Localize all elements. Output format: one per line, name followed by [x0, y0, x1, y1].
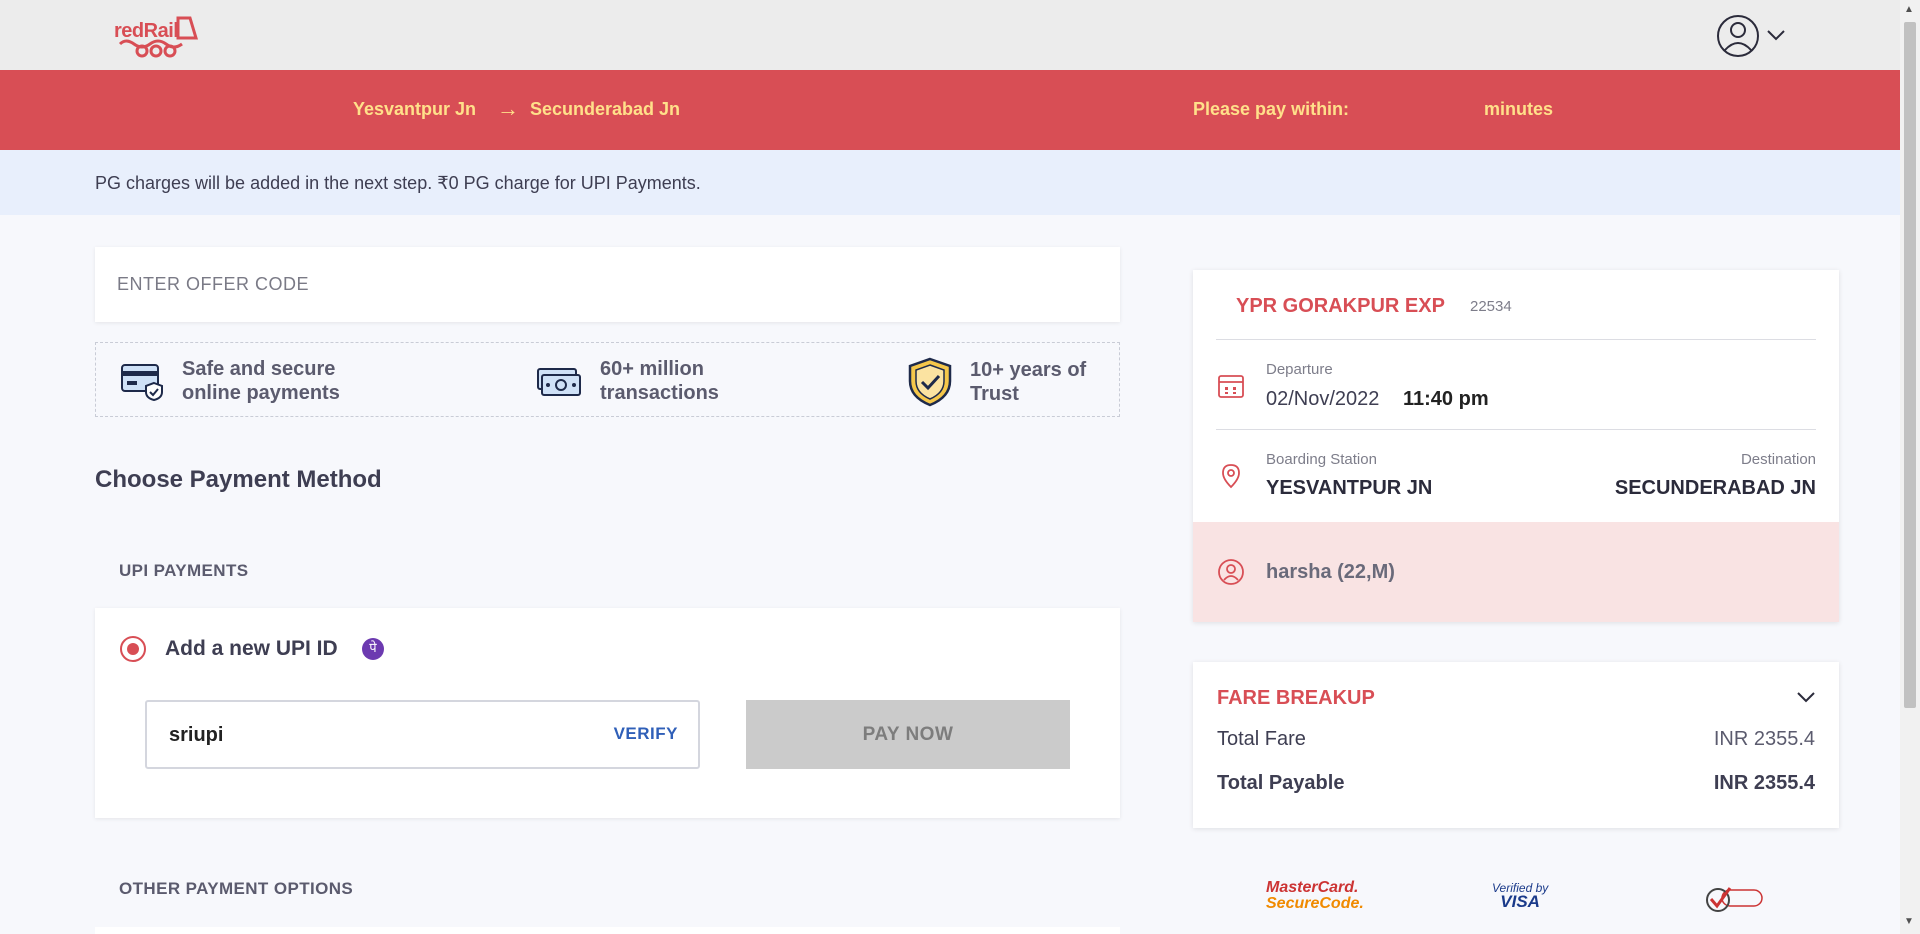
mastercard-line2: SecureCode. [1266, 895, 1364, 912]
trust-text-transactions: 60+ million transactions [600, 358, 719, 404]
location-pin-icon [1217, 462, 1245, 490]
train-number: 22534 [1470, 298, 1512, 315]
pg-info-text: PG charges will be added in the next ste… [95, 173, 701, 193]
destination-value: SECUNDERABAD JN [1614, 477, 1816, 499]
upi-id-field[interactable]: VERIFY [145, 700, 700, 769]
top-header [0, 0, 1900, 70]
arrow-right-icon: → [497, 96, 519, 121]
trust-item-years: 10+ years of Trust [908, 357, 1120, 407]
pay-within-label: Please pay within: [1193, 99, 1350, 119]
scroll-up-icon[interactable]: ▲ [1904, 4, 1914, 15]
profile-menu[interactable] [1716, 14, 1790, 58]
phonepe-icon: पे [362, 638, 384, 660]
upi-radio-button[interactable] [120, 636, 146, 662]
total-fare-label: Total Fare [1217, 728, 1306, 750]
visa-line2: VISA [1500, 892, 1540, 911]
total-payable-label: Total Payable [1217, 772, 1345, 794]
total-payable-value: INR 2355.4 [1713, 772, 1815, 794]
trust-item-secure: Safe and secure online payments [120, 357, 372, 405]
scrollbar-thumb[interactable] [1904, 22, 1916, 708]
logo-text: redRail [114, 20, 179, 42]
passenger-icon [1217, 558, 1245, 586]
payment-method-title: Choose Payment Method [95, 466, 382, 493]
verified-by-visa-logo: Verified by VISA [1492, 881, 1548, 911]
minutes-label: minutes [1484, 99, 1554, 119]
trust-text-secure: Safe and secure online payments [182, 358, 340, 404]
journey-from: Yesvantpur Jn [353, 99, 477, 119]
divider [1216, 339, 1816, 340]
upi-payments-label: UPI PAYMENTS [119, 561, 249, 580]
departure-time: 11:40 pm [1403, 388, 1489, 410]
journey-bar [0, 70, 1900, 150]
scroll-down-icon[interactable]: ▼ [1904, 916, 1914, 927]
upi-option-title[interactable]: Add a new UPI ID [165, 637, 338, 661]
total-fare-value: INR 2355.4 [1713, 728, 1815, 750]
mastercard-securecode-logo: MasterCard. SecureCode. [1266, 880, 1364, 912]
boarding-station-label: Boarding Station [1266, 451, 1377, 468]
card-shield-icon [121, 364, 163, 401]
departure-date: 02/Nov/2022 [1266, 388, 1380, 410]
verisign-secured-logo [1704, 884, 1766, 914]
other-payment-card [95, 927, 1120, 934]
verify-button[interactable]: VERIFY [614, 724, 678, 744]
trust-text-years: 10+ years of Trust [970, 359, 1087, 405]
calendar-icon [1217, 372, 1245, 400]
pay-now-button[interactable]: PAY NOW [746, 700, 1070, 769]
shield-check-icon [908, 357, 952, 407]
trust-item-transactions: 60+ million transactions [536, 357, 790, 405]
divider [1216, 429, 1816, 430]
boarding-station-value: YESVANTPUR JN [1266, 477, 1433, 499]
user-icon [1717, 15, 1785, 57]
trust-strip: Safe and secure online payments 60+ mill… [95, 342, 1120, 417]
other-payment-options-label: OTHER PAYMENT OPTIONS [119, 879, 354, 898]
mastercard-line1: MasterCard. [1266, 879, 1359, 896]
train-name: YPR GORAKPUR EXP [1236, 295, 1445, 317]
destination-label: Destination [1740, 451, 1816, 468]
cash-icon [537, 368, 581, 396]
departure-label: Departure [1266, 361, 1333, 378]
upi-id-input[interactable] [169, 720, 549, 750]
passenger-name: harsha (22,M) [1266, 561, 1395, 583]
journey-to: Secunderabad Jn [530, 99, 681, 119]
fare-breakup-title[interactable]: FARE BREAKUP [1217, 687, 1375, 710]
chevron-down-icon[interactable] [1795, 686, 1817, 708]
offer-code-input[interactable] [95, 247, 1120, 322]
redrail-logo[interactable]: redRail [112, 14, 200, 60]
